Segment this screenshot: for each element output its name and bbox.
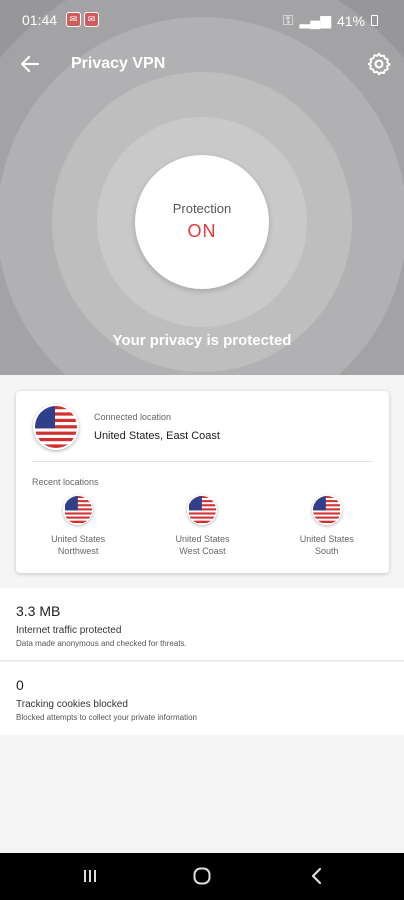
stat-description: Data made anonymous and checked for thre… <box>16 639 187 648</box>
us-flag-icon <box>63 495 94 525</box>
stat-value: 0 <box>16 677 24 693</box>
recent-location-label: United States South <box>292 533 362 557</box>
location-card: Connected location United States, East C… <box>16 391 389 573</box>
us-flag-icon <box>187 495 218 525</box>
nav-back-icon <box>311 867 322 885</box>
connected-location-caption: Connected location <box>94 412 172 422</box>
system-back-button[interactable] <box>297 863 337 889</box>
us-flag-icon <box>35 406 77 448</box>
key-icon: ⚿ <box>282 12 294 28</box>
notification-icon: ✉ <box>66 12 81 27</box>
home-button[interactable] <box>182 863 222 889</box>
recent-location-country: United States <box>175 534 230 544</box>
stat-traffic-protected: 3.3 MB Internet traffic protected Data m… <box>0 588 404 661</box>
protection-hero: 01:44 ✉ ✉ ⚿ ▂▄▆ 41% Privacy VPN Protecti… <box>0 0 404 375</box>
recent-location-region: West Coast <box>179 546 226 556</box>
recents-button[interactable] <box>70 863 110 889</box>
status-time: 01:44 <box>22 12 58 28</box>
connected-location-value: United States, East Coast <box>94 430 220 442</box>
gear-icon <box>367 52 391 76</box>
status-bar: 01:44 ✉ ✉ ⚿ ▂▄▆ 41% <box>0 0 404 40</box>
notification-icon: ✉ <box>84 12 99 27</box>
protection-label: Protection <box>172 201 232 216</box>
recent-location-country: United States <box>51 534 106 544</box>
recent-locations-list: United States Northwest United States We… <box>16 495 389 557</box>
back-arrow-icon <box>20 55 40 73</box>
recent-location-region: South <box>315 546 339 556</box>
battery-icon <box>371 15 378 26</box>
recent-location-south[interactable]: United States South <box>265 495 389 557</box>
app-title: Privacy VPN <box>71 55 166 72</box>
connected-location-button[interactable] <box>33 404 79 450</box>
us-flag-icon <box>311 495 342 525</box>
protection-toggle-button[interactable]: Protection ON <box>135 155 269 289</box>
stat-description: Blocked attempts to collect your private… <box>16 713 197 722</box>
battery-percent: 41% <box>336 12 365 29</box>
stat-value: 3.3 MB <box>16 603 61 619</box>
stat-title: Internet traffic protected <box>16 625 122 636</box>
recent-location-region: Northwest <box>57 546 99 556</box>
status-indicators: ⚿ ▂▄▆ 41% <box>283 12 378 29</box>
back-button[interactable] <box>16 50 44 78</box>
recent-locations-caption: Recent locations <box>32 477 99 487</box>
stat-title: Tracking cookies blocked <box>16 699 128 710</box>
app-bar: Privacy VPN <box>0 44 404 84</box>
recent-location-country: United States <box>299 534 354 544</box>
recents-icon <box>84 870 96 882</box>
recent-location-label: United States West Coast <box>167 533 237 557</box>
recent-location-label: United States Northwest <box>43 533 113 557</box>
privacy-status-message: Your privacy is protected <box>112 332 292 349</box>
home-icon <box>193 867 211 885</box>
signal-icon: ▂▄▆ <box>299 12 331 28</box>
settings-button[interactable] <box>364 49 394 79</box>
stat-cookies-blocked: 0 Tracking cookies blocked Blocked attem… <box>0 662 404 735</box>
system-nav-bar <box>0 853 404 900</box>
recent-location-west-coast[interactable]: United States West Coast <box>140 495 264 557</box>
protection-state: ON <box>187 221 217 241</box>
divider <box>32 461 373 462</box>
recent-location-northwest[interactable]: United States Northwest <box>16 495 140 557</box>
